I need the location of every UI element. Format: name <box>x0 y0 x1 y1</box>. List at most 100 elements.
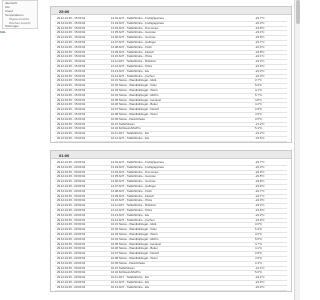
row-temperature: 5.6°C <box>255 83 263 88</box>
row-sensor: 13.10 ANT - Tiefkühltruhe - Pizza <box>111 198 152 203</box>
log-section: 01:00 29.12.04.25 - 00:00:02 13.02 ANT - … <box>50 150 292 292</box>
row-temperature: -23.4°C <box>255 30 265 35</box>
row-temperature: -23.9°C <box>255 169 265 174</box>
row-sensor: 13.05 ANT - Tiefkühltruhe - Gemüse <box>111 174 156 179</box>
row-temperature: -24.3°C <box>255 68 265 73</box>
row-timestamp: 29.12.04.25 - 15:00:02 <box>57 131 86 136</box>
row-timestamp: 29.12.04.25 - 15:00:02 <box>57 116 86 121</box>
row-temperature: -24.2°C <box>255 212 265 217</box>
row-timestamp: 29.12.04.25 - 00:00:02 <box>57 241 86 246</box>
row-temperature: 5.0°C <box>255 270 263 275</box>
row-timestamp: 29.12.04.25 - 15:00:02 <box>57 121 86 126</box>
sidebar-active-label[interactable]: Info <box>0 30 6 34</box>
row-timestamp: 29.12.04.25 - 15:00:02 <box>57 97 86 102</box>
row-timestamp: 29.12.04.25 - 00:00:02 <box>57 284 86 289</box>
log-table: 29.12.04.25 - 15:00:02 13.02 ANT - Tiefkü… <box>55 17 287 142</box>
row-sensor: 16.02 Kühlraum/Mo/Pro <box>111 126 141 131</box>
row-sensor: 16.13 ANT - Tiefkühltruhe - Eis <box>111 284 150 289</box>
row-sensor: 13.08 ANT - Tiefkühltruhe - Fisch <box>111 188 152 193</box>
row-temperature: -24.5°C <box>255 207 265 212</box>
row-temperature: 5.4°C <box>255 227 263 232</box>
row-sensor: 16.07 Tektos - Wandkühlregal - Fleisch <box>111 251 160 256</box>
row-sensor: 16.04 Tektos - Wandkühlregal - MoPro <box>111 236 159 241</box>
row-temperature: -22.6°C <box>255 44 265 49</box>
row-temperature: -23.5°C <box>255 174 265 179</box>
row-temperature: -23.7°C <box>255 16 265 20</box>
row-timestamp: 29.12.04.25 - 00:00:02 <box>57 212 86 217</box>
row-sensor: 13.06 ANT - Tiefkühltruhe - Gemüse <box>111 179 156 184</box>
row-temperature: -24.0°C <box>255 198 265 203</box>
row-sensor: 13.07 ANT - Tiefkühltruhe - Geflügel <box>111 39 156 44</box>
row-sensor: 16.02 Tektos - Wandkühlregal - Käse <box>111 83 157 88</box>
row-timestamp: 29.12.04.25 - 00:00:02 <box>57 193 86 198</box>
row-temperature: -23.5°C <box>255 135 265 140</box>
row-timestamp: 29.12.04.25 - 15:00:02 <box>57 35 86 40</box>
row-timestamp: 29.12.04.25 - 00:00:02 <box>57 227 86 232</box>
row-sensor: 16.12 ANT - Tiefkühltruhe - Eis <box>111 135 150 140</box>
row-timestamp: 29.12.04.25 - 00:00:02 <box>57 203 86 208</box>
row-timestamp: 29.12.04.25 - 00:00:02 <box>57 279 86 284</box>
row-timestamp: 29.12.04.25 - 00:00:02 <box>57 207 86 212</box>
row-timestamp: 29.12.04.25 - 15:00:02 <box>57 92 86 97</box>
row-temperature: -23.8°C <box>255 179 265 184</box>
row-sensor: 13.02 ANT - Tiefkühltruhe - Fruttigiappr… <box>111 160 164 164</box>
row-sensor: 13.11 ANT - Tiefkühltruhe - Brötchen <box>111 203 157 208</box>
row-timestamp: 29.12.04.25 - 15:00:02 <box>57 49 86 54</box>
row-temperature: 3.5°C <box>255 116 263 121</box>
row-sensor: 16.02 Kühlraum/Mo/Pro <box>111 270 141 275</box>
row-sensor: 16.09 Tektos - Fleischtheke <box>111 260 145 265</box>
sidebar-menu: ubersicht info Cloud Temperaturen Tagess Ans… <box>2 0 38 29</box>
row-sensor: 16.03 Tektos - Wandkühlregal - Wurst <box>111 87 158 92</box>
row-timestamp: 29.12.04.25 - 15:00:02 <box>57 87 86 92</box>
row-timestamp: 29.12.04.25 - 00:00:02 <box>57 251 86 256</box>
row-temperature: 3.7°C <box>255 78 263 83</box>
row-temperature: -23.9°C <box>255 284 265 289</box>
row-sensor: 16.02 Tektos - Wandkühlregal - Käse <box>111 227 157 232</box>
scrollbar-thumb[interactable] <box>296 0 300 24</box>
page-scrollbar[interactable] <box>294 0 300 300</box>
row-temperature: -23.7°C <box>255 160 265 164</box>
row-sensor: 13.03 ANT - Tiefkühltruhe - Fruttigiappr… <box>111 20 164 25</box>
row-timestamp: 29.12.04.25 - 15:00:02 <box>57 59 86 64</box>
row-sensor: 13.03 ANT - Tiefkühltruhe - Fruttigiappr… <box>111 164 164 169</box>
row-timestamp: 29.12.04.25 - 15:00:02 <box>57 68 86 73</box>
row-temperature: 4.6°C <box>255 111 263 116</box>
row-timestamp: 29.12.04.25 - 15:00:02 <box>57 30 86 35</box>
row-timestamp: 29.12.04.25 - 00:00:02 <box>57 270 86 275</box>
row-temperature: 4.0°C <box>255 231 263 236</box>
row-sensor: 13.07 ANT - Tiefkühltruhe - Geflügel <box>111 183 156 188</box>
row-sensor: 13.13 ANT - Tiefkühltruhe - Eis <box>111 68 150 73</box>
row-temperature: 4.1°C <box>255 246 263 251</box>
row-timestamp: 29.12.04.25 - 15:00:02 <box>57 73 86 78</box>
section-title: 25:00 <box>59 9 70 14</box>
row-timestamp: 29.12.04.25 - 15:00:02 <box>57 44 86 49</box>
row-sensor: 16.06 Tektos - Wandkühlregal - Butter <box>111 246 158 251</box>
row-timestamp: 29.12.04.25 - 00:00:02 <box>57 236 86 241</box>
row-timestamp: 29.12.04.25 - 15:00:02 <box>57 102 86 107</box>
row-timestamp: 29.12.04.25 - 00:00:02 <box>57 160 86 164</box>
row-timestamp: 29.12.04.25 - 00:00:02 <box>57 174 86 179</box>
row-temperature: 4.7°C <box>255 241 263 246</box>
row-temperature: -23.6°C <box>255 279 265 284</box>
row-temperature: -23.7°C <box>255 39 265 44</box>
row-sensor: 16.04 Tektos - Wandkühlregal - MoPro <box>111 92 159 97</box>
row-timestamp: 29.12.04.25 - 15:00:02 <box>57 83 86 88</box>
row-timestamp: 29.12.04.25 - 00:00:02 <box>57 222 86 227</box>
row-timestamp: 29.12.04.25 - 15:00:02 <box>57 39 86 44</box>
row-temperature: 3.8°C <box>255 251 263 256</box>
row-temperature: -22.7°C <box>255 188 265 193</box>
row-sensor: 13.09 ANT - Tiefkühltruhe - Fleisch <box>111 193 155 198</box>
row-sensor: 16.05 Tektos - Wandkühlregal - Feinkost <box>111 241 161 246</box>
row-temperature: -23.3°C <box>255 59 265 64</box>
row-timestamp: 29.12.04.25 - 15:00:02 <box>57 107 86 112</box>
row-sensor: 13.13 ANT - Tiefkühltruhe - Eis <box>111 212 150 217</box>
row-timestamp: 29.12.04.25 - 00:00:02 <box>57 260 86 265</box>
row-sensor: 16.12 ANT - Tiefkühltruhe - Eis <box>111 279 150 284</box>
row-timestamp: 29.12.04.25 - 15:00:02 <box>57 135 86 140</box>
row-temperature: -23.8°C <box>255 25 265 30</box>
row-temperature: 5.5°C <box>255 236 263 241</box>
row-temperature: -24.0°C <box>255 73 265 78</box>
row-timestamp: 29.12.04.25 - 00:00:02 <box>57 198 86 203</box>
row-sensor: 16.01 Tektos - Wandkühlregal - Molk. <box>111 78 158 83</box>
sidebar-item[interactable]: Störungen <box>5 25 19 28</box>
